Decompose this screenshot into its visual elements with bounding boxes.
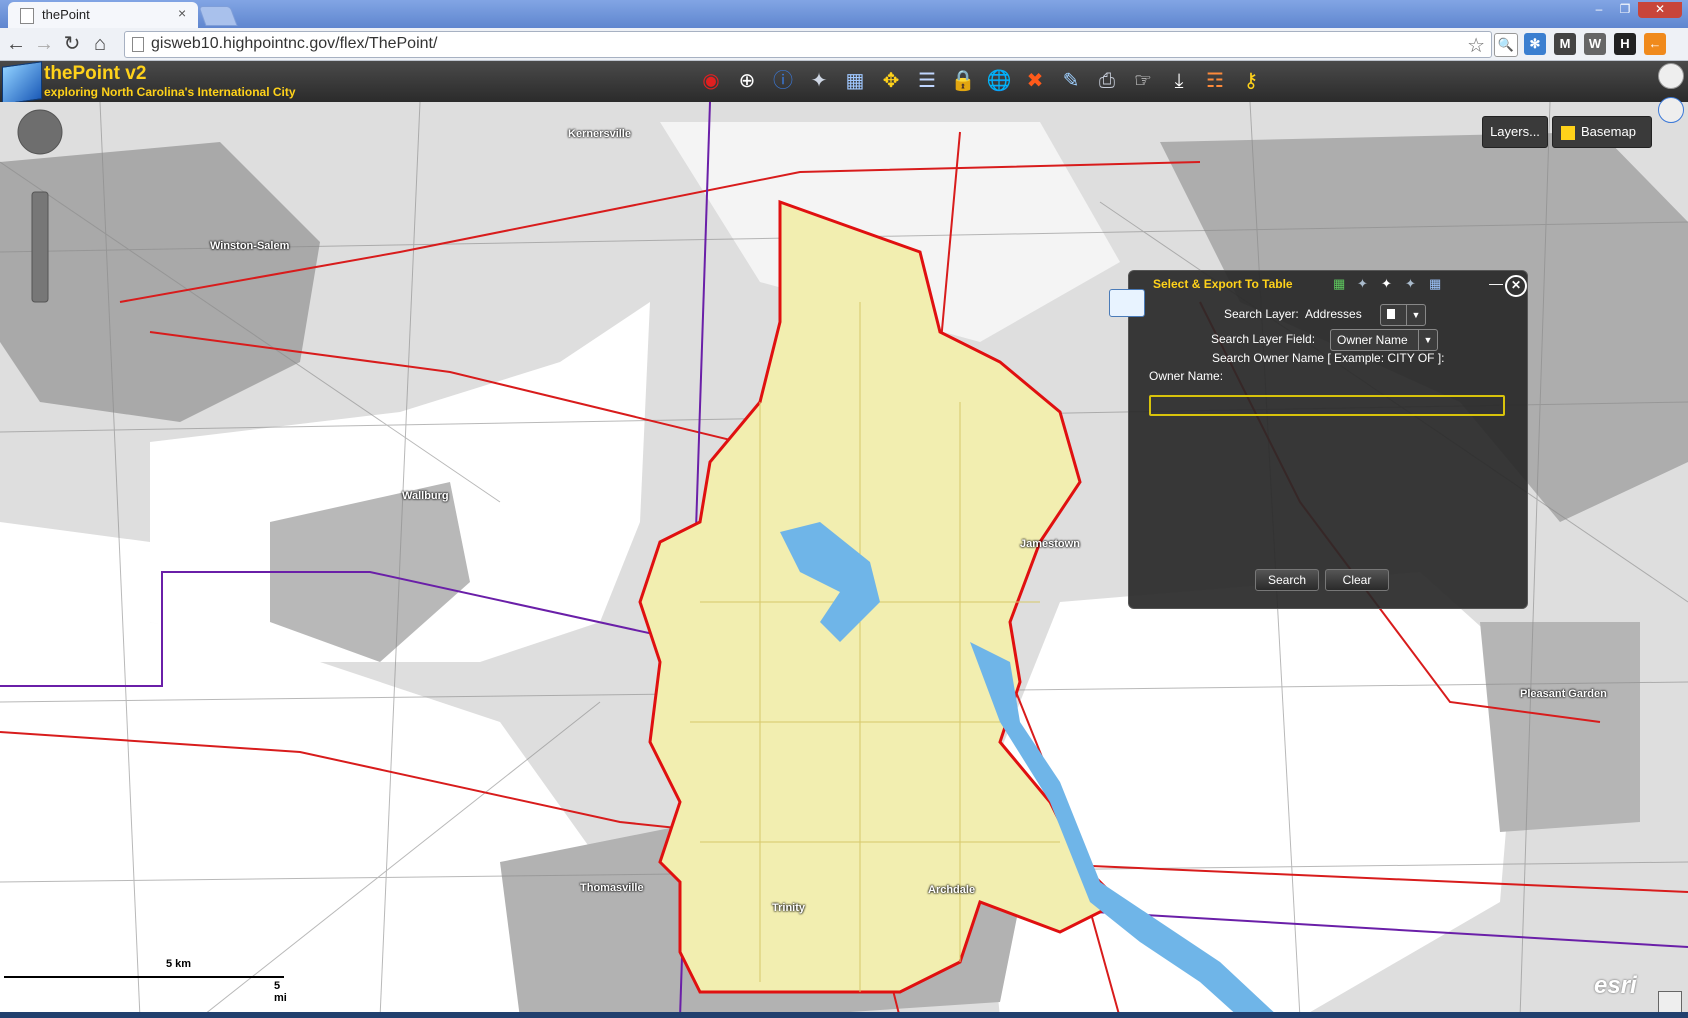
url-text: gisweb10.highpointnc.gov/flex/ThePoint/ (151, 35, 438, 52)
microphone-icon[interactable] (1658, 63, 1684, 89)
tab-close-icon[interactable]: × (178, 5, 186, 21)
arrow-extension-icon[interactable]: ← (1644, 33, 1666, 55)
h-extension-icon[interactable]: H (1614, 33, 1636, 55)
pan-control-icon[interactable] (17, 109, 63, 155)
place-label: Jamestown (1020, 538, 1080, 550)
satellite-clear-icon[interactable]: ✦ (1405, 276, 1423, 292)
m-extension-icon[interactable]: M (1554, 33, 1576, 55)
info-tool-icon[interactable]: ⓘ (769, 67, 797, 95)
home-icon[interactable]: ⌂ (88, 32, 112, 56)
clear-tool-icon[interactable]: ✖ (1021, 67, 1049, 95)
search-layer-dropdown[interactable]: ▼ (1380, 304, 1426, 326)
table-view-icon[interactable]: ▦ (1333, 276, 1351, 292)
move-tool-icon[interactable]: ✥ (877, 67, 905, 95)
app-header: thePoint v2 exploring North Carolina's I… (0, 61, 1688, 105)
urban-area-pleasant-garden (1480, 622, 1640, 832)
scale-bar: 5 km 5 mi (0, 958, 290, 1004)
close-window-button[interactable]: ✕ (1638, 2, 1682, 18)
owner-name-label: Owner Name: (1149, 369, 1224, 383)
chevron-down-icon: ▼ (1418, 330, 1437, 350)
layer-icon (1387, 309, 1395, 319)
place-label: Trinity (772, 902, 806, 914)
select-export-widget: Select & Export To Table ▦ ✦ ✦ ✦ ▦ — ✕ S… (1109, 270, 1528, 609)
widget-title: Select & Export To Table (1153, 277, 1293, 291)
clear-button[interactable]: Clear (1325, 569, 1389, 591)
place-label: Winston-Salem (210, 240, 290, 252)
close-icon[interactable]: ✕ (1505, 275, 1527, 297)
example-hint: Search Owner Name [ Example: CITY OF ]: (1212, 351, 1445, 365)
scale-mi-label: 5 mi (274, 980, 287, 1004)
zoom-extension-icon[interactable]: 🔍 (1494, 33, 1518, 57)
maximize-button[interactable]: ❐ (1612, 2, 1638, 18)
table-widget-icon (1109, 289, 1145, 317)
esri-logo: esri (1594, 972, 1637, 999)
search-button[interactable]: Search (1255, 569, 1319, 591)
basemap-button[interactable]: Basemap (1552, 116, 1652, 148)
hand-tool-icon[interactable]: ☞ (1129, 67, 1157, 95)
target-tool-icon[interactable]: ◉ (697, 67, 725, 95)
crosshair-tool-icon[interactable]: ⊕ (733, 67, 761, 95)
os-taskbar (0, 1012, 1688, 1018)
basemap-grid-icon (1561, 125, 1575, 140)
page-icon (132, 37, 144, 52)
bookmark-star-icon[interactable]: ☆ (1467, 33, 1485, 58)
browser-titlebar: thePoint × – ❐ ✕ (0, 0, 1688, 28)
search-field-label: Search Layer Field: (1211, 332, 1316, 346)
app-subtitle: exploring North Carolina's International… (44, 85, 296, 99)
search-layer-value: Addresses (1305, 307, 1362, 321)
basemap-label: Basemap (1581, 124, 1636, 139)
satellite-select-icon[interactable]: ✦ (1381, 276, 1399, 292)
chevron-down-icon: ▼ (1406, 305, 1425, 325)
lock-tool-icon[interactable]: 🔒 (949, 67, 977, 95)
table-tool-icon[interactable]: ▦ (841, 67, 869, 95)
network-extension-icon[interactable]: ✻ (1524, 33, 1546, 55)
satellite-icon[interactable]: ✦ (1357, 276, 1375, 292)
search-field-value: Owner Name (1337, 333, 1408, 347)
search-layer-label: Search Layer: (1224, 307, 1299, 321)
download-tool-icon[interactable]: ⤓ (1165, 67, 1193, 95)
high-point-city-limits (638, 199, 1123, 994)
browser-toolbar: ← → ↻ ⌂ gisweb10.highpointnc.gov/flex/Th… (0, 28, 1688, 61)
place-label: Kernersville (568, 128, 631, 140)
reload-icon[interactable]: ↻ (60, 32, 84, 56)
zoom-slider[interactable] (31, 191, 49, 303)
satellite-tool-icon[interactable]: ✦ (805, 67, 833, 95)
page-icon (20, 8, 34, 24)
draw-tool-icon[interactable]: ✎ (1057, 67, 1085, 95)
new-tab-button[interactable] (198, 6, 238, 26)
layers-button[interactable]: Layers... (1482, 116, 1548, 148)
minimize-icon[interactable]: — (1489, 275, 1503, 291)
owner-name-input[interactable] (1149, 395, 1505, 416)
layers-tool-icon[interactable]: ☰ (913, 67, 941, 95)
search-field-dropdown[interactable]: Owner Name ▼ (1330, 329, 1438, 351)
tab-title: thePoint (42, 7, 90, 22)
print-tool-icon[interactable]: ⎙ (1093, 67, 1121, 95)
place-label: Thomasville (580, 882, 644, 894)
place-label: Archdale (928, 884, 976, 896)
minimize-button[interactable]: – (1586, 2, 1612, 18)
scale-line (4, 976, 284, 978)
wr-extension-icon[interactable]: W (1584, 33, 1606, 55)
app-title: thePoint v2 (44, 63, 147, 84)
place-label: Pleasant Garden (1520, 688, 1607, 700)
table-export-icon[interactable]: ▦ (1429, 276, 1447, 292)
browser-tab[interactable]: thePoint × (8, 2, 198, 28)
document-tool-icon[interactable]: ☶ (1201, 67, 1229, 95)
place-label: Wallburg (402, 490, 449, 502)
circle-button-icon[interactable] (1658, 97, 1684, 123)
back-icon[interactable]: ← (4, 32, 28, 56)
cube-logo-icon (2, 61, 42, 105)
globe-tool-icon[interactable]: 🌐 (985, 67, 1013, 95)
side-tools (1650, 61, 1688, 1018)
address-bar[interactable]: gisweb10.highpointnc.gov/flex/ThePoint/ … (124, 31, 1492, 58)
forward-icon[interactable]: → (32, 32, 56, 56)
scale-km-label: 5 km (166, 958, 192, 970)
key-tool-icon[interactable]: ⚷ (1237, 67, 1265, 95)
